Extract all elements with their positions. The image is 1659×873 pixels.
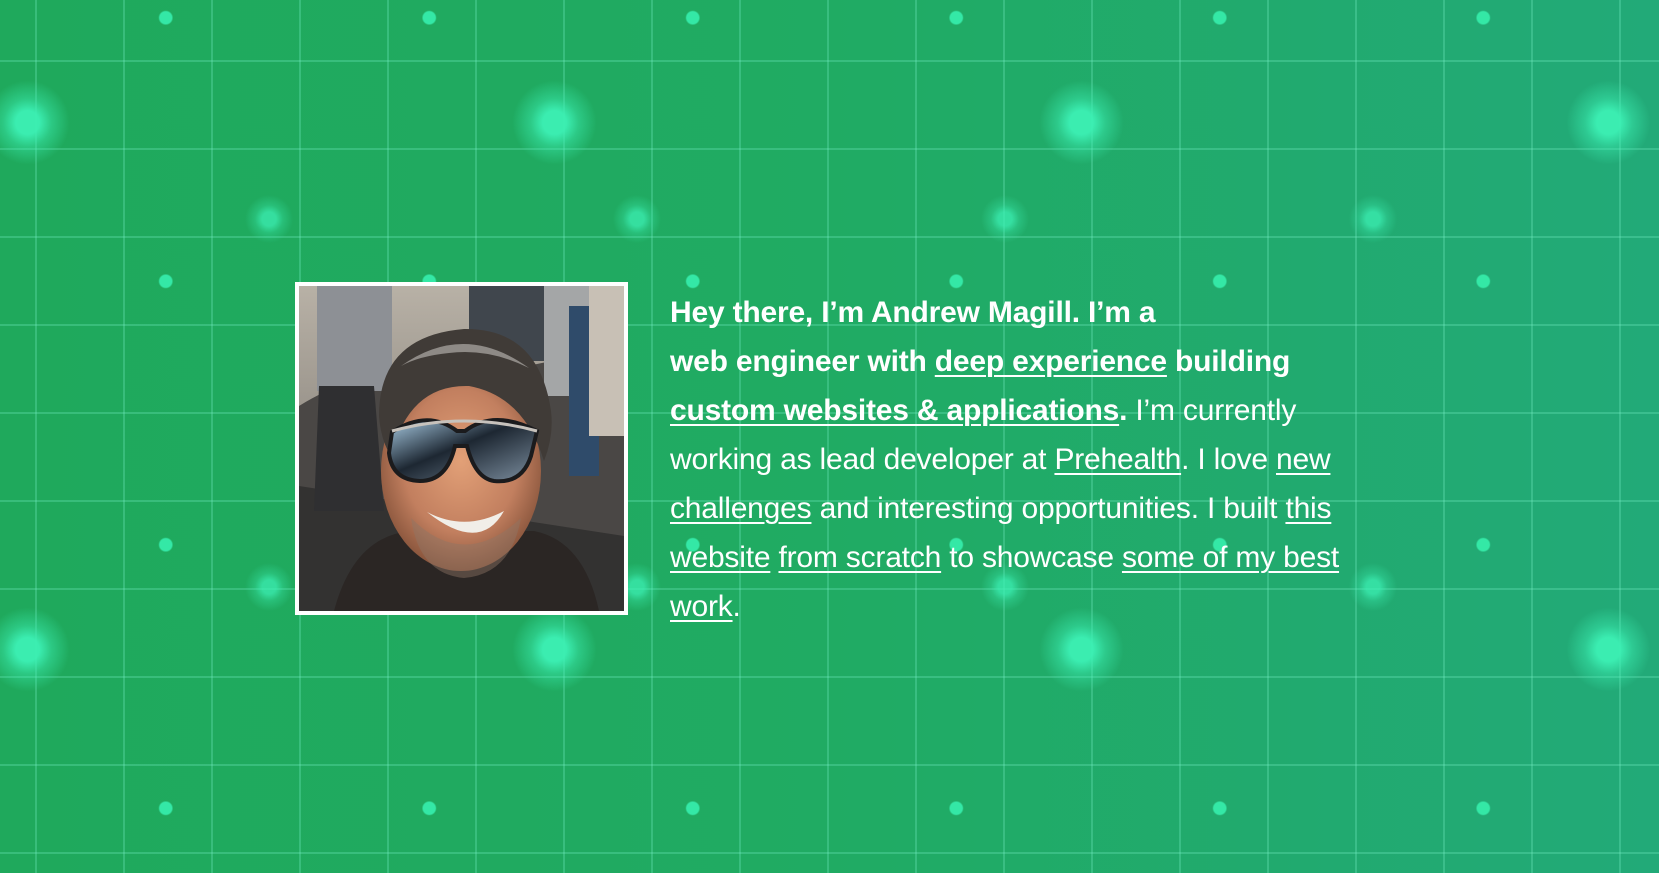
intro-love-text: . I love [1181,443,1268,476]
from-scratch-link[interactable]: from scratch [778,541,941,574]
intro-role-prefix: web engineer with [670,345,927,378]
prehealth-link[interactable]: Prehealth [1054,443,1181,476]
about-section: Hey there, I’m Andrew Magill. I’m a web e… [295,282,1365,661]
intro-period: . [1119,394,1128,427]
deep-experience-link[interactable]: deep experience [935,345,1167,378]
intro-greeting: Hey there, I’m Andrew Magill. I’m a [670,296,1156,329]
profile-photo-illustration [299,286,624,611]
intro-building-word: building [1175,345,1291,378]
intro-showcase-text: to showcase [949,541,1114,574]
intro-opportunities-text: and interesting opportunities. I built [819,492,1278,525]
profile-photo [295,282,628,615]
intro-end-period: . [732,590,741,623]
intro-paragraph: Hey there, I’m Andrew Magill. I’m a web e… [670,288,1365,631]
custom-websites-applications-link[interactable]: custom websites & applications [670,394,1119,427]
